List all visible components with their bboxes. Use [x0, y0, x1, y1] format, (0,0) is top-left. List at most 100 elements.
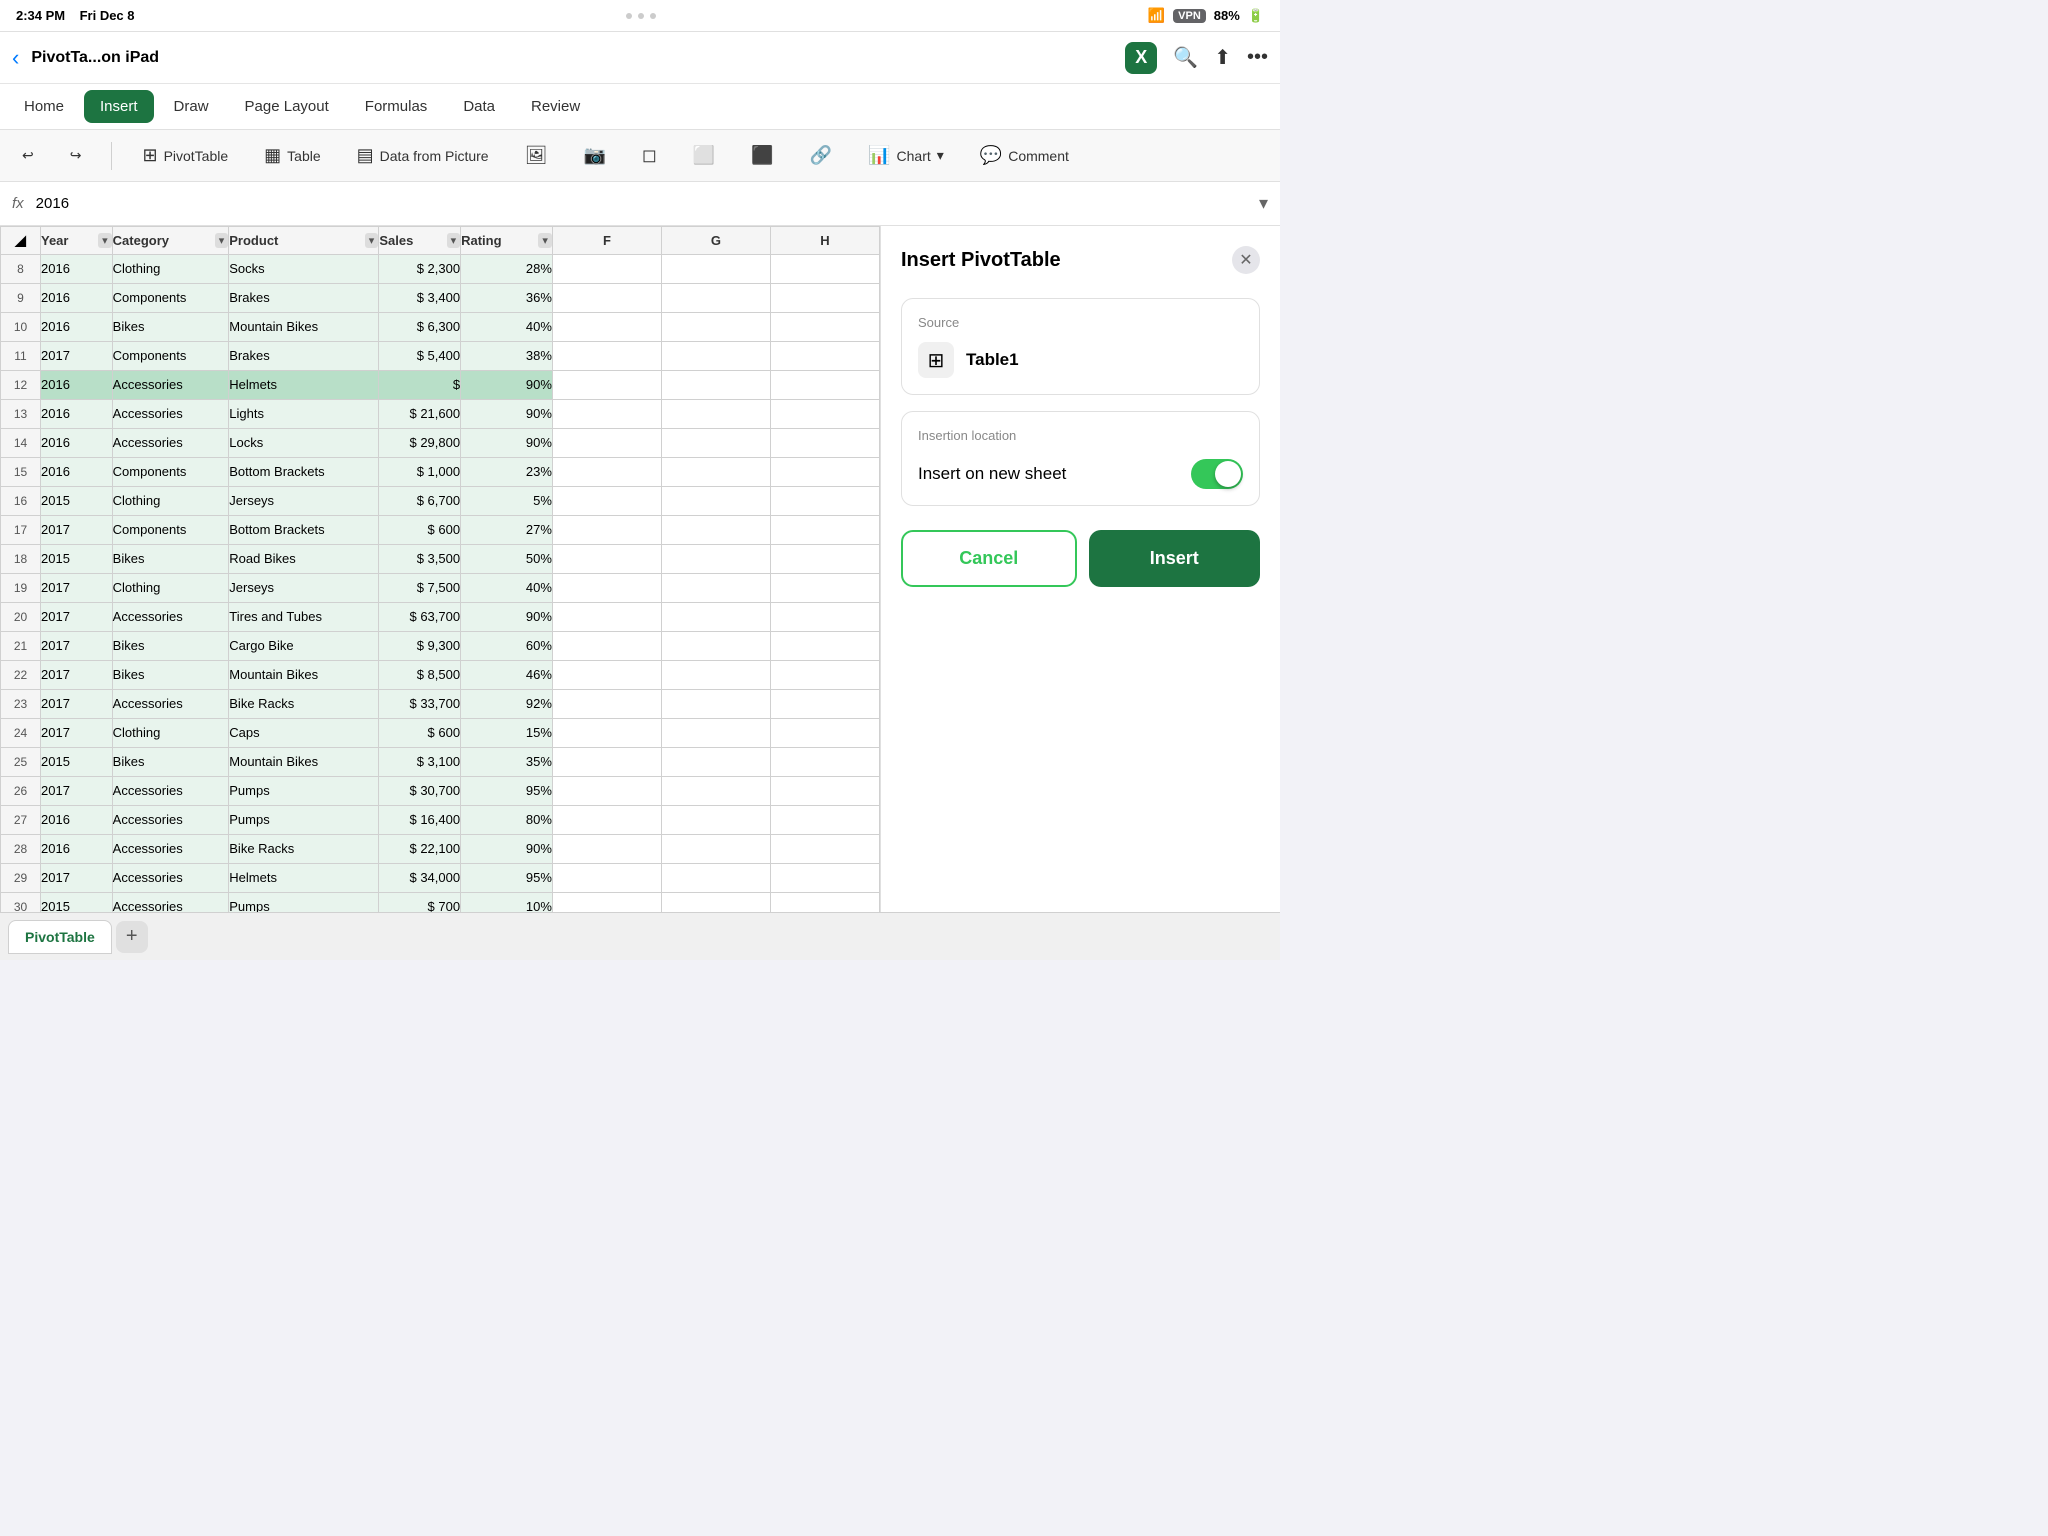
- cell-rating[interactable]: 60%: [461, 632, 553, 661]
- sales-filter-button[interactable]: ▾: [447, 233, 461, 248]
- scanner-button[interactable]: ⬛: [741, 139, 783, 172]
- cell-sales[interactable]: $ 3,500: [379, 545, 461, 574]
- cell-rating[interactable]: 92%: [461, 690, 553, 719]
- col-header-g[interactable]: G: [661, 227, 770, 255]
- cell-rating[interactable]: 50%: [461, 545, 553, 574]
- cell-sales[interactable]: $ 600: [379, 719, 461, 748]
- cell-rating[interactable]: 10%: [461, 893, 553, 913]
- cell-year[interactable]: 2016: [41, 429, 113, 458]
- cell-category[interactable]: Accessories: [112, 371, 229, 400]
- tab-data[interactable]: Data: [447, 90, 511, 123]
- search-icon[interactable]: 🔍: [1173, 45, 1198, 70]
- data-from-picture-button[interactable]: ▤ Data from Picture: [347, 139, 499, 172]
- cell-product[interactable]: Brakes: [229, 342, 379, 371]
- cell-category[interactable]: Accessories: [112, 864, 229, 893]
- cell-sales[interactable]: $ 8,500: [379, 661, 461, 690]
- cell-category[interactable]: Accessories: [112, 835, 229, 864]
- cell-rating[interactable]: 40%: [461, 574, 553, 603]
- grid-container[interactable]: ◢ Year ▾ Category ▾: [0, 226, 880, 912]
- share-icon[interactable]: ⬆: [1214, 45, 1231, 70]
- cell-sales[interactable]: $ 21,600: [379, 400, 461, 429]
- cell-year[interactable]: 2016: [41, 458, 113, 487]
- cell-product[interactable]: Brakes: [229, 284, 379, 313]
- cell-rating[interactable]: 27%: [461, 516, 553, 545]
- cell-category[interactable]: Accessories: [112, 893, 229, 913]
- cell-product[interactable]: Bike Racks: [229, 835, 379, 864]
- col-header-rating[interactable]: Rating ▾: [461, 227, 553, 255]
- cell-rating[interactable]: 90%: [461, 400, 553, 429]
- cell-category[interactable]: Clothing: [112, 574, 229, 603]
- shapes-button[interactable]: ◻: [632, 139, 667, 172]
- cell-sales[interactable]: $: [379, 371, 461, 400]
- cell-year[interactable]: 2017: [41, 574, 113, 603]
- cell-rating[interactable]: 90%: [461, 371, 553, 400]
- pictures-button[interactable]: 🖼: [515, 139, 558, 172]
- cell-sales[interactable]: $ 700: [379, 893, 461, 913]
- col-header-category[interactable]: Category ▾: [112, 227, 229, 255]
- cell-year[interactable]: 2017: [41, 603, 113, 632]
- cell-product[interactable]: Pumps: [229, 893, 379, 913]
- cell-sales[interactable]: $ 2,300: [379, 255, 461, 284]
- col-header-year[interactable]: Year ▾: [41, 227, 113, 255]
- cell-category[interactable]: Bikes: [112, 313, 229, 342]
- cell-category[interactable]: Bikes: [112, 661, 229, 690]
- undo-button[interactable]: ↩: [12, 141, 44, 170]
- cell-year[interactable]: 2016: [41, 313, 113, 342]
- cell-category[interactable]: Clothing: [112, 719, 229, 748]
- tab-home[interactable]: Home: [8, 90, 80, 123]
- cell-year[interactable]: 2016: [41, 255, 113, 284]
- cell-product[interactable]: Pumps: [229, 777, 379, 806]
- tab-pageLayout[interactable]: Page Layout: [229, 90, 345, 123]
- cell-rating[interactable]: 38%: [461, 342, 553, 371]
- cell-category[interactable]: Components: [112, 516, 229, 545]
- category-filter-button[interactable]: ▾: [215, 233, 229, 248]
- cell-category[interactable]: Accessories: [112, 777, 229, 806]
- cell-product[interactable]: Tires and Tubes: [229, 603, 379, 632]
- cell-rating[interactable]: 90%: [461, 835, 553, 864]
- cell-sales[interactable]: $ 3,400: [379, 284, 461, 313]
- cell-rating[interactable]: 36%: [461, 284, 553, 313]
- chart-button[interactable]: 📊 Chart ▾: [858, 139, 954, 172]
- comment-button[interactable]: 💬 Comment: [970, 139, 1079, 172]
- formula-input[interactable]: [36, 195, 1247, 212]
- cell-product[interactable]: Bottom Brackets: [229, 516, 379, 545]
- cell-sales[interactable]: $ 16,400: [379, 806, 461, 835]
- cell-product[interactable]: Helmets: [229, 864, 379, 893]
- cell-year[interactable]: 2016: [41, 400, 113, 429]
- cell-product[interactable]: Road Bikes: [229, 545, 379, 574]
- add-sheet-button[interactable]: +: [116, 921, 148, 953]
- tab-review[interactable]: Review: [515, 90, 596, 123]
- cell-product[interactable]: Mountain Bikes: [229, 748, 379, 777]
- cell-rating[interactable]: 35%: [461, 748, 553, 777]
- table-button[interactable]: ▦ Table: [254, 139, 330, 172]
- cell-year[interactable]: 2015: [41, 748, 113, 777]
- cell-rating[interactable]: 95%: [461, 864, 553, 893]
- cell-category[interactable]: Components: [112, 284, 229, 313]
- cell-category[interactable]: Bikes: [112, 748, 229, 777]
- cell-product[interactable]: Cargo Bike: [229, 632, 379, 661]
- cell-product[interactable]: Pumps: [229, 806, 379, 835]
- cell-sales[interactable]: $ 30,700: [379, 777, 461, 806]
- tab-draw[interactable]: Draw: [158, 90, 225, 123]
- redo-button[interactable]: ↪: [60, 141, 92, 170]
- cell-year[interactable]: 2017: [41, 342, 113, 371]
- cell-category[interactable]: Accessories: [112, 806, 229, 835]
- cell-rating[interactable]: 5%: [461, 487, 553, 516]
- cell-sales[interactable]: $ 3,100: [379, 748, 461, 777]
- cell-product[interactable]: Lights: [229, 400, 379, 429]
- cell-year[interactable]: 2017: [41, 690, 113, 719]
- cell-product[interactable]: Locks: [229, 429, 379, 458]
- back-button[interactable]: ‹: [12, 45, 19, 71]
- cell-year[interactable]: 2016: [41, 284, 113, 313]
- cell-category[interactable]: Clothing: [112, 255, 229, 284]
- cell-year[interactable]: 2015: [41, 545, 113, 574]
- cell-category[interactable]: Accessories: [112, 690, 229, 719]
- cell-year[interactable]: 2016: [41, 835, 113, 864]
- textbox-button[interactable]: ⬜: [683, 139, 725, 172]
- formula-expand-icon[interactable]: ▾: [1259, 193, 1268, 214]
- cell-rating[interactable]: 90%: [461, 429, 553, 458]
- cell-year[interactable]: 2017: [41, 661, 113, 690]
- cell-rating[interactable]: 90%: [461, 603, 553, 632]
- cell-year[interactable]: 2015: [41, 893, 113, 913]
- cell-sales[interactable]: $ 600: [379, 516, 461, 545]
